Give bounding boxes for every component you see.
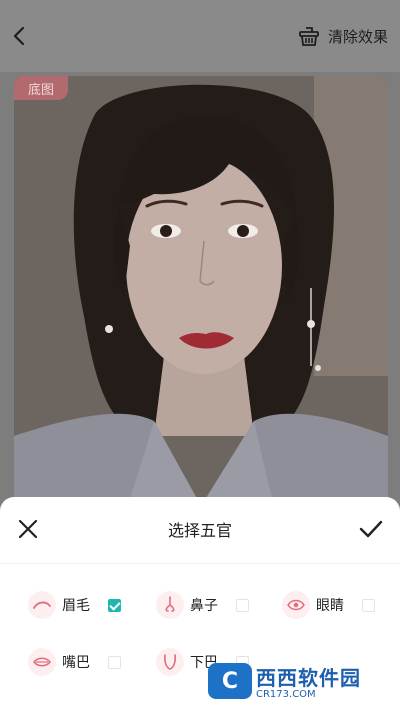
chevron-left-icon [13, 26, 25, 46]
feature-checkbox-mouth[interactable] [108, 655, 121, 669]
base-photo[interactable]: 底图 [14, 76, 388, 516]
confirm-button[interactable] [358, 517, 384, 541]
sheet-title: 选择五官 [167, 521, 232, 540]
nose-icon [156, 591, 184, 619]
feature-checkbox-nose[interactable] [236, 598, 249, 612]
watermark-name: 西西软件园 [256, 666, 361, 690]
watermark-url: CR173.COM [256, 689, 316, 700]
clear-effects-button[interactable]: 清除效果 [298, 22, 388, 50]
feature-item-nose[interactable]: 鼻子 [156, 590, 249, 620]
top-bar: 清除效果 [0, 0, 400, 72]
feature-label: 嘴巴 [62, 655, 90, 671]
base-image-badge: 底图 [14, 76, 68, 100]
sheet-header: 选择五官 [0, 497, 400, 564]
feature-item-eyebrow[interactable]: 眉毛 [28, 590, 121, 620]
feature-label: 鼻子 [190, 598, 218, 614]
feature-item-mouth[interactable]: 嘴巴 [28, 647, 121, 677]
feature-checkbox-eye[interactable] [362, 598, 375, 612]
watermark-logo: C [208, 663, 252, 699]
mouth-icon [28, 648, 56, 676]
feature-checkbox-eyebrow[interactable] [108, 598, 121, 612]
feature-label: 眉毛 [62, 598, 90, 614]
portrait-image [14, 76, 388, 516]
chin-icon [156, 648, 184, 676]
back-button[interactable] [8, 22, 32, 50]
watermark-text: 西西软件园 CR173.COM [256, 662, 361, 700]
feature-item-eye[interactable]: 眼睛 [282, 590, 375, 620]
feature-label: 眼睛 [316, 598, 344, 614]
watermark: C 西西软件园 CR173.COM [208, 658, 394, 704]
clear-effects-label: 清除效果 [327, 27, 388, 46]
eyebrow-icon [28, 591, 56, 619]
basket-icon [299, 27, 319, 46]
check-icon [359, 520, 383, 538]
eye-icon [282, 591, 310, 619]
